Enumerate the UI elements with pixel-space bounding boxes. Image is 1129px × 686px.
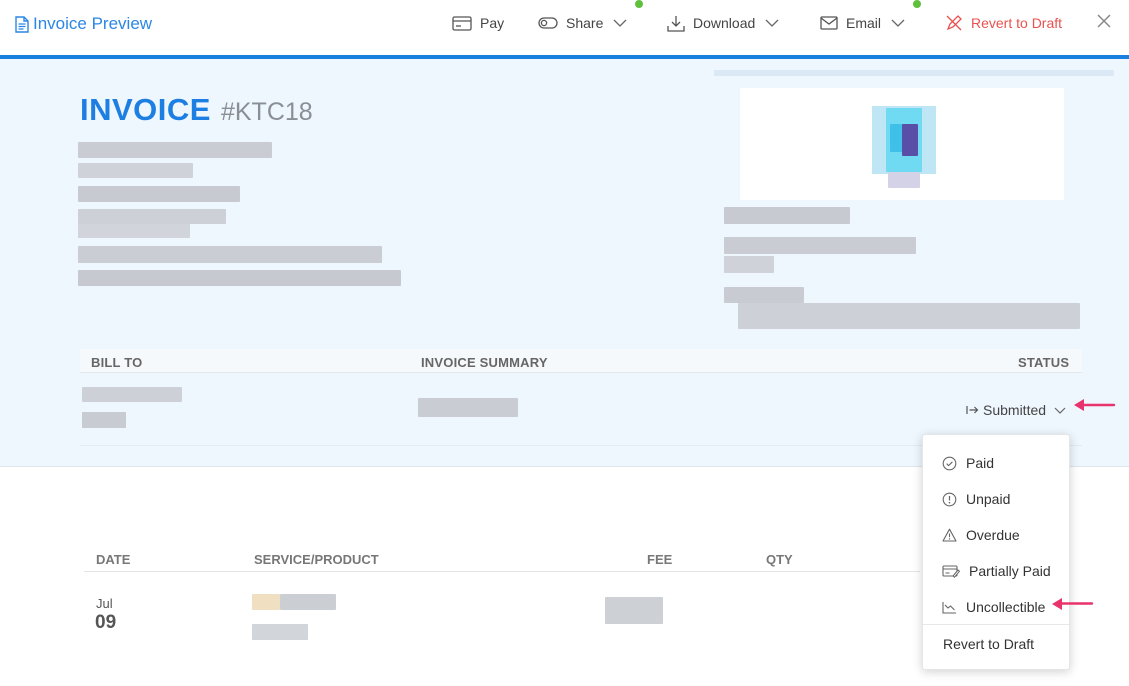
invoice-word: INVOICE	[80, 92, 211, 127]
company-logo-redacted	[740, 88, 1064, 200]
annotation-arrow-status	[1074, 399, 1116, 411]
submitted-arrow-icon	[966, 406, 979, 414]
download-label: Download	[693, 15, 756, 31]
status-option-label: Uncollectible	[966, 599, 1046, 615]
row-date-month: Jul	[96, 596, 113, 611]
revert-label: Revert to Draft	[971, 15, 1063, 31]
share-notification-dot	[635, 0, 643, 8]
chevron-down-icon	[613, 19, 627, 27]
status-option-unpaid[interactable]: Unpaid	[923, 481, 1069, 517]
download-icon	[667, 15, 685, 32]
service-column-header: SERVICE/PRODUCT	[254, 552, 379, 567]
qty-column-header: QTY	[766, 552, 793, 567]
share-button[interactable]: Share	[538, 12, 627, 34]
row-date-day: 09	[95, 612, 117, 633]
status-menu: Paid Unpaid Overdue Partially Paid Uncol…	[922, 434, 1070, 670]
chevron-down-icon	[765, 19, 779, 27]
status-option-label: Partially Paid	[969, 563, 1051, 579]
status-value: Submitted	[983, 402, 1047, 418]
download-button[interactable]: Download	[667, 12, 779, 34]
bill-to-header: BILL TO	[91, 355, 143, 370]
fee-column-header: FEE	[647, 552, 673, 567]
status-option-overdue[interactable]: Overdue	[923, 517, 1069, 553]
toolbar: Invoice Preview Pay Share Download Email…	[0, 0, 1129, 55]
status-option-revert-to-draft[interactable]: Revert to Draft	[923, 626, 1069, 662]
partial-payment-icon	[942, 565, 960, 578]
status-dropdown[interactable]: Submitted	[966, 401, 1066, 419]
warning-triangle-icon	[942, 528, 957, 542]
share-label: Share	[566, 15, 604, 31]
chevron-down-icon	[891, 19, 905, 27]
pay-label: Pay	[480, 15, 505, 31]
status-option-paid[interactable]: Paid	[923, 445, 1069, 481]
document-icon	[15, 15, 29, 33]
status-option-label: Paid	[966, 455, 995, 471]
revert-to-draft-button[interactable]: Revert to Draft	[945, 12, 1062, 34]
status-option-uncollectible[interactable]: Uncollectible	[923, 589, 1069, 625]
status-option-label: Unpaid	[966, 491, 1011, 507]
invoice-preview-title: Invoice Preview	[15, 13, 152, 35]
revert-draft-icon	[946, 15, 962, 31]
chevron-down-icon	[1054, 407, 1066, 414]
email-button[interactable]: Email	[820, 12, 905, 34]
date-column-header: DATE	[96, 552, 131, 567]
envelope-icon	[820, 16, 838, 30]
invoice-number: #KTC18	[220, 98, 313, 126]
check-circle-icon	[942, 456, 957, 470]
annotation-arrow-uncollectible	[1052, 598, 1094, 610]
status-header: STATUS	[1018, 355, 1070, 370]
declining-chart-icon	[942, 601, 956, 614]
status-option-partially-paid[interactable]: Partially Paid	[923, 553, 1069, 589]
toggle-icon	[538, 17, 558, 29]
row-fee-redacted	[605, 597, 663, 624]
table-header-divider	[84, 571, 920, 572]
invoice-title: INVOICE #KTC18	[80, 92, 313, 128]
pay-button[interactable]: Pay	[452, 12, 504, 34]
summary-header-row: BILL TO INVOICE SUMMARY STATUS	[80, 349, 1082, 373]
email-notification-dot	[913, 0, 921, 8]
invoice-summary-header: INVOICE SUMMARY	[421, 355, 548, 370]
credit-card-icon	[452, 15, 472, 31]
status-option-label: Overdue	[966, 527, 1020, 543]
email-label: Email	[846, 15, 882, 31]
exclamation-circle-icon	[942, 492, 957, 506]
menu-divider	[923, 624, 1069, 625]
toolbar-title-text: Invoice Preview	[33, 14, 153, 33]
close-icon[interactable]	[1095, 12, 1113, 30]
logo-top-band	[714, 70, 1114, 76]
status-option-label: Revert to Draft	[943, 636, 1035, 652]
